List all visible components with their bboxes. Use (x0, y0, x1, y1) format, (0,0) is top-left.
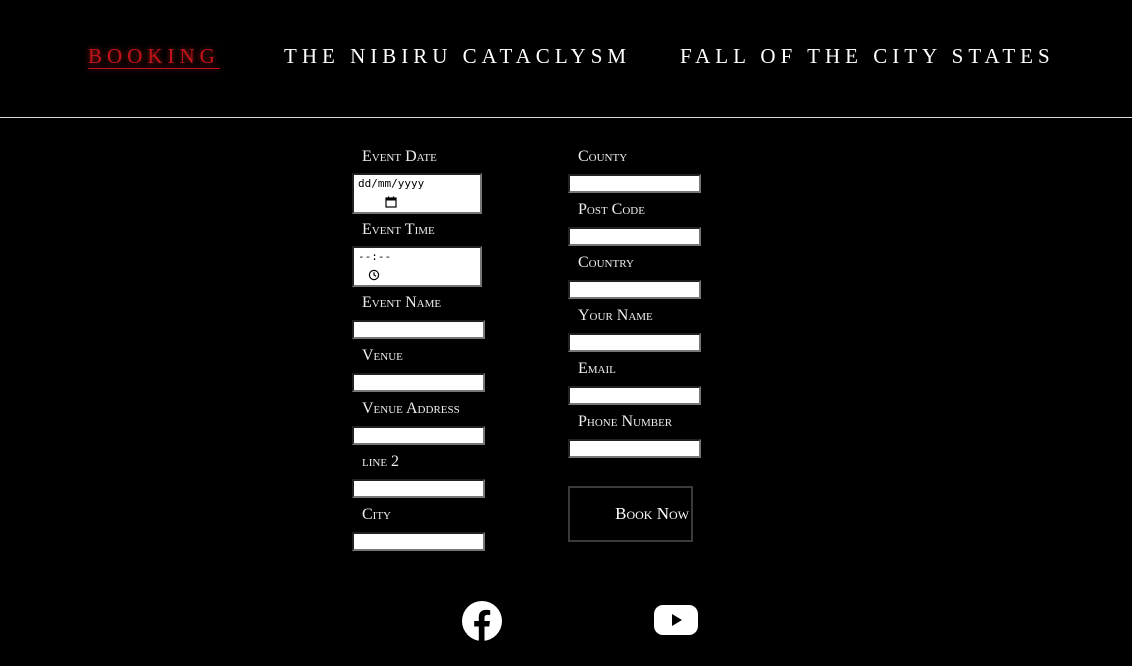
book-now-button[interactable]: Book Now (568, 486, 693, 542)
venue-address-input[interactable] (352, 426, 485, 445)
post-code-input[interactable] (568, 227, 701, 246)
venue-address-label: Venue Address (362, 400, 460, 417)
event-time-placeholder: --:-- (358, 250, 392, 263)
nav-link-fall-of-city-states[interactable]: FALL OF THE CITY STATES (680, 42, 1055, 70)
facebook-icon[interactable] (462, 601, 502, 641)
top-navigation: BOOKING THE NIBIRU CATACLYSM FALL OF THE… (0, 0, 1132, 117)
county-input[interactable] (568, 174, 701, 193)
venue-label: Venue (362, 347, 403, 364)
your-name-label: Your Name (578, 307, 653, 324)
address-line2-label: line 2 (362, 453, 400, 470)
nav-link-booking[interactable]: BOOKING (88, 42, 220, 70)
event-name-input[interactable] (352, 320, 485, 339)
county-label: County (578, 148, 628, 165)
email-input[interactable] (568, 386, 701, 405)
city-label: City (362, 506, 391, 523)
email-label: Email (578, 360, 616, 377)
venue-input[interactable] (352, 373, 485, 392)
country-label: Country (578, 254, 634, 271)
post-code-label: Post Code (578, 201, 645, 218)
phone-number-input[interactable] (568, 439, 701, 458)
youtube-icon[interactable] (654, 603, 698, 637)
nav-link-nibiru-cataclysm[interactable]: THE NIBIRU CATACLYSM (284, 42, 631, 70)
header-divider (0, 117, 1132, 118)
calendar-icon[interactable] (385, 196, 397, 208)
your-name-input[interactable] (568, 333, 701, 352)
clock-icon[interactable] (368, 269, 380, 281)
city-input[interactable] (352, 532, 485, 551)
event-time-label: Event Time (362, 221, 435, 238)
country-input[interactable] (568, 280, 701, 299)
address-line2-input[interactable] (352, 479, 485, 498)
event-time-input[interactable]: --:-- (352, 246, 482, 287)
event-name-label: Event Name (362, 294, 442, 311)
event-date-placeholder: dd/mm/yyyy (358, 177, 425, 190)
event-date-input[interactable]: dd/mm/yyyy (352, 173, 482, 214)
phone-number-label: Phone Number (578, 413, 673, 430)
event-date-label: Event Date (362, 148, 437, 165)
